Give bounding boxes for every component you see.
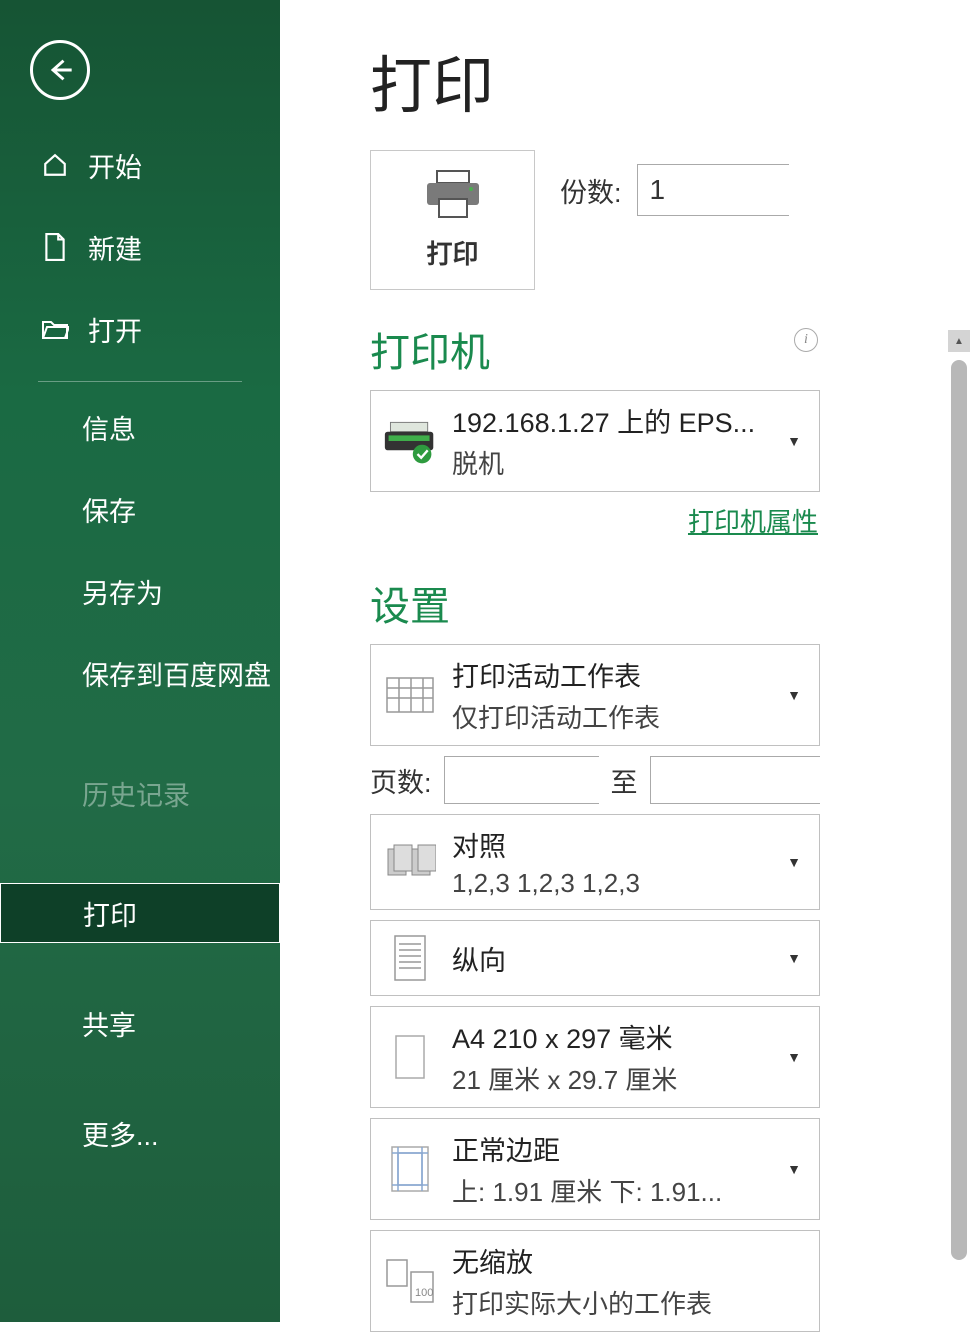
nav-print[interactable]: 打印 — [0, 883, 280, 943]
backstage-sidebar: 开始 新建 打开 信息 保存 另存为 保存到百度网盘 历史记录 打印 共享 更多… — [0, 0, 280, 1322]
print-what-dropdown[interactable]: 打印活动工作表 仅打印活动工作表 ▼ — [370, 644, 820, 746]
nav-label: 新建 — [88, 228, 142, 267]
collate-line1: 对照 — [452, 825, 772, 864]
nav-label: 开始 — [88, 146, 142, 185]
file-icon — [40, 233, 70, 261]
nav-info[interactable]: 信息 — [0, 397, 280, 457]
pages-label: 页数: — [370, 761, 432, 800]
nav-share[interactable]: 共享 — [0, 993, 280, 1053]
scaling-line2: 打印实际大小的工作表 — [452, 1284, 807, 1321]
pages-to-label: 至 — [611, 761, 638, 800]
paper-icon — [383, 1030, 437, 1084]
chevron-down-icon: ▼ — [787, 1161, 801, 1177]
scaling-dropdown[interactable]: 100 无缩放 打印实际大小的工作表 — [370, 1230, 820, 1332]
nav-label: 信息 — [82, 408, 136, 447]
svg-text:100: 100 — [415, 1287, 433, 1299]
scrollbar-thumb[interactable] — [951, 360, 967, 1260]
paper-dropdown[interactable]: A4 210 x 297 毫米 21 厘米 x 29.7 厘米 ▼ — [370, 1006, 820, 1108]
nav-label: 历史记录 — [82, 774, 190, 813]
nav-label: 打开 — [88, 310, 142, 349]
chevron-down-icon: ▼ — [787, 687, 801, 703]
page-to-spinner[interactable]: ▲▼ — [650, 756, 820, 804]
printer-status: 脱机 — [452, 444, 772, 481]
paper-line1: A4 210 x 297 毫米 — [452, 1017, 772, 1056]
info-icon[interactable]: i — [794, 328, 818, 352]
collate-line2: 1,2,3 1,2,3 1,2,3 — [452, 868, 772, 899]
portrait-icon — [383, 931, 437, 985]
printer-status-icon — [383, 414, 437, 468]
chevron-down-icon: ▼ — [787, 1049, 801, 1065]
printer-heading: 打印机 — [370, 320, 490, 378]
chevron-down-icon: ▼ — [787, 854, 801, 870]
margins-line2: 上: 1.91 厘米 下: 1.91... — [452, 1172, 772, 1209]
nav-home[interactable]: 开始 — [0, 135, 280, 195]
margins-line1: 正常边距 — [452, 1129, 772, 1168]
copies-input[interactable] — [638, 165, 970, 215]
margins-dropdown[interactable]: 正常边距 上: 1.91 厘米 下: 1.91... ▼ — [370, 1118, 820, 1220]
copies-spinner[interactable]: ▲▼ — [637, 164, 789, 216]
printer-icon — [422, 169, 484, 219]
collate-dropdown[interactable]: 对照 1,2,3 1,2,3 1,2,3 ▼ — [370, 814, 820, 910]
scroll-up-icon[interactable]: ▲ — [948, 330, 970, 352]
scaling-icon: 100 — [383, 1254, 437, 1308]
orientation-dropdown[interactable]: 纵向 ▼ — [370, 920, 820, 996]
vertical-scrollbar[interactable]: ▲ — [948, 330, 970, 1290]
print-button[interactable]: 打印 — [370, 150, 535, 290]
nav-save-as[interactable]: 另存为 — [0, 561, 280, 621]
print-what-line1: 打印活动工作表 — [452, 655, 772, 694]
printer-dropdown[interactable]: 192.168.1.27 上的 EPS... 脱机 ▼ — [370, 390, 820, 492]
printer-properties-link[interactable]: 打印机属性 — [370, 502, 818, 539]
orientation-line1: 纵向 — [452, 939, 772, 978]
print-what-line2: 仅打印活动工作表 — [452, 698, 772, 735]
home-icon — [40, 152, 70, 178]
nav-label: 打印 — [83, 894, 137, 933]
copies-label: 份数: — [560, 171, 622, 210]
folder-open-icon — [40, 318, 70, 340]
nav-open[interactable]: 打开 — [0, 299, 280, 359]
page-title: 打印 — [370, 35, 970, 125]
nav-save[interactable]: 保存 — [0, 479, 280, 539]
chevron-down-icon: ▼ — [787, 433, 801, 449]
margins-icon — [383, 1142, 437, 1196]
print-panel: 打印 打印 份数: ▲▼ 打印机 i 192.168.1.27 上的 EPS..… — [280, 0, 970, 1322]
nav-history: 历史记录 — [0, 763, 280, 823]
arrow-left-icon — [46, 56, 74, 84]
nav-label: 更多... — [82, 1114, 159, 1153]
nav-save-baidu[interactable]: 保存到百度网盘 — [0, 643, 280, 703]
paper-line2: 21 厘米 x 29.7 厘米 — [452, 1060, 772, 1097]
nav-label: 共享 — [82, 1004, 136, 1043]
scaling-line1: 无缩放 — [452, 1241, 807, 1280]
printer-name: 192.168.1.27 上的 EPS... — [452, 401, 772, 440]
nav-more[interactable]: 更多... — [0, 1103, 280, 1163]
nav-label: 保存到百度网盘 — [82, 654, 271, 693]
nav-divider — [38, 381, 242, 382]
nav-label: 保存 — [82, 490, 136, 529]
page-to-input[interactable] — [651, 757, 970, 803]
print-button-label: 打印 — [426, 234, 478, 271]
nav-label: 另存为 — [82, 572, 163, 611]
collate-icon — [383, 835, 437, 889]
page-from-spinner[interactable]: ▲▼ — [444, 756, 599, 804]
nav-new[interactable]: 新建 — [0, 217, 280, 277]
sheet-icon — [383, 668, 437, 722]
settings-heading: 设置 — [370, 574, 970, 632]
chevron-down-icon: ▼ — [787, 950, 801, 966]
back-button[interactable] — [30, 40, 90, 100]
